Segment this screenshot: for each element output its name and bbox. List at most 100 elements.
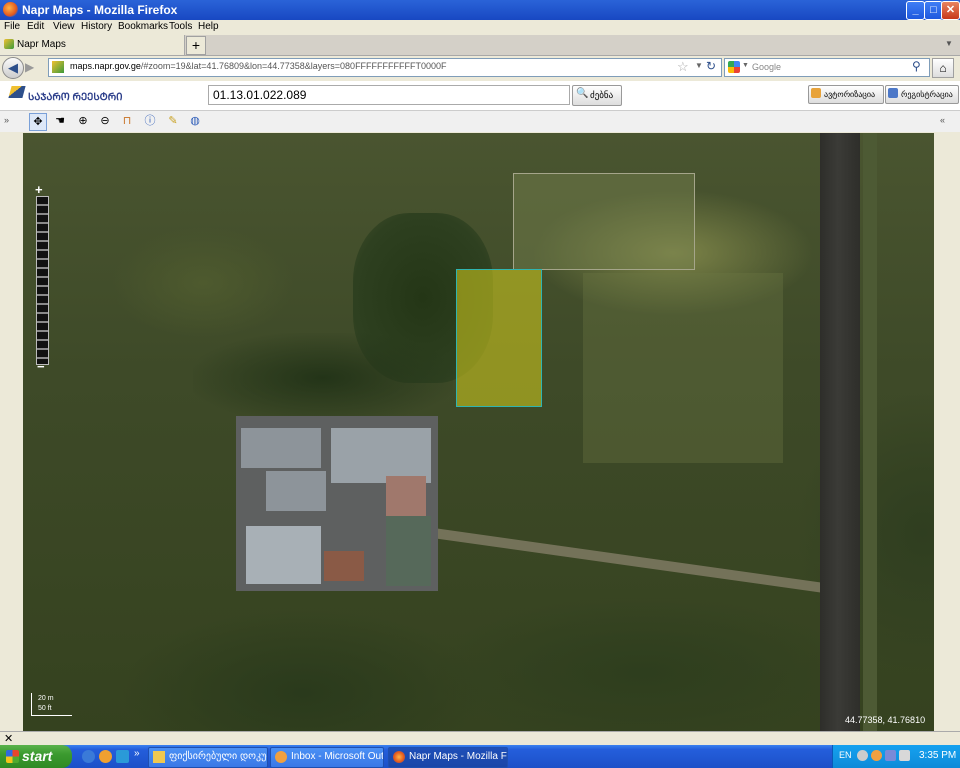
collapse-right-panel-icon[interactable]: « [940,115,945,125]
map-building-roof [266,471,326,511]
tab-list-icon[interactable]: ▼ [945,39,953,48]
tab-label: Napr Maps [17,39,66,50]
app-header: ᲡᲐᲯᲐᲠᲝ ᲠᲔᲔᲡᲢᲠᲘ 🔍 ძებნა ავტორიზაცია რეგის… [0,81,960,111]
taskbar-outlook-window[interactable]: Inbox - Microsoft Out... [270,747,384,768]
menu-history[interactable]: History [81,21,112,32]
scale-imperial: 50 ft [38,705,52,712]
taskbar-firefox-window[interactable]: Napr Maps - Mozilla Fi... [388,747,508,768]
map-fenced-field [513,173,695,270]
menu-edit[interactable]: Edit [27,21,44,32]
hand-tool-icon[interactable]: ☚ [52,113,68,129]
system-tray: EN 3:35 PM [832,745,960,768]
map-building-roof [246,526,321,584]
register-icon [888,88,898,98]
search-engine-dropdown-icon[interactable]: ▼ [742,62,749,69]
quicklaunch-overflow-icon[interactable]: » [134,748,140,759]
globe-tool-icon[interactable]: ◍ [187,113,203,129]
url-dropdown-icon[interactable]: ▼ [695,61,703,70]
map-building-roof [386,516,431,586]
scale-metric: 20 m [38,695,54,702]
tray-outlook-icon[interactable] [871,750,882,761]
folder-icon [153,751,165,763]
outlook-quicklaunch-icon[interactable] [116,750,129,763]
close-button[interactable]: ✕ [941,1,960,20]
forward-button[interactable]: ▶ [25,60,34,74]
search-icon: 🔍 [576,88,589,99]
login-button[interactable]: ავტორიზაცია [808,85,884,104]
selected-parcel[interactable] [456,269,542,407]
clock: 3:35 PM [919,750,957,761]
tray-volume-icon[interactable] [899,750,910,761]
home-button[interactable]: ⌂ [932,58,954,78]
tray-network-icon[interactable] [885,750,896,761]
map-dirt-path [432,528,830,594]
menu-bookmarks[interactable]: Bookmarks [118,21,168,32]
measure-tool-icon[interactable]: ⊓ [119,113,135,129]
registry-logo-icon [8,86,26,98]
web-search-placeholder: Google [752,62,782,72]
tab-bar: Napr Maps + ▼ [0,35,960,56]
zoom-out-tool-icon[interactable]: ⊖ [97,113,113,129]
site-favicon-icon [52,61,64,73]
magnifier-icon[interactable]: ⚲ [912,59,921,73]
google-icon[interactable] [728,61,740,73]
map-building-roof [324,551,364,581]
firefox-icon [3,2,18,17]
status-bar: ✕ [0,731,960,746]
info-tool-icon[interactable]: ⓘ [142,113,158,129]
new-tab-button[interactable]: + [186,36,206,55]
menu-file[interactable]: File [4,21,20,32]
url-bar[interactable]: maps.napr.gov.ge/#zoom=19&lat=41.76809&l… [48,58,722,77]
map-buildings [236,416,438,591]
navigation-toolbar: ◀ ▶ maps.napr.gov.ge/#zoom=19&lat=41.768… [0,56,960,80]
window-titlebar[interactable]: Napr Maps - Mozilla Firefox _ □ ✕ [0,0,960,20]
tray-expand-icon[interactable] [857,750,868,761]
firefox-icon [393,751,405,763]
user-icon [811,88,821,98]
expand-left-panel-icon[interactable]: » [4,115,9,125]
app-logo-text: ᲡᲐᲯᲐᲠᲝ ᲠᲔᲔᲡᲢᲠᲘ [28,92,123,103]
napr-favicon-icon [4,39,14,49]
back-button[interactable]: ◀ [2,57,24,79]
internet-explorer-icon[interactable] [82,750,95,763]
satellite-map[interactable]: + − 20 m 50 ft 44.77358, 41.76810 [23,133,934,731]
zoom-slider[interactable] [36,196,49,365]
url-text[interactable]: maps.napr.gov.ge/#zoom=19&lat=41.76809&l… [70,61,447,71]
map-road [820,133,860,731]
map-scale-bar: 20 m 50 ft [31,693,72,716]
map-building-roof [241,428,321,468]
language-indicator[interactable]: EN [839,750,852,760]
firefox-quicklaunch-icon[interactable] [99,750,112,763]
map-roadside [863,133,877,731]
windows-taskbar: start » ფიქსირებული დოკუმენტები Inbox - … [0,745,960,768]
window-title: Napr Maps - Mozilla Firefox [22,3,178,17]
edit-tool-icon[interactable]: ✎ [165,113,181,129]
map-building-roof [331,428,431,483]
mouse-coordinates: 44.77358, 41.76810 [845,715,926,725]
cadastral-search-input[interactable] [208,85,570,105]
pan-tool-icon[interactable]: ✥ [29,113,47,131]
outlook-icon [275,751,287,763]
menu-view[interactable]: View [53,21,75,32]
register-button[interactable]: რეგისტრაცია [885,85,959,104]
menu-tools[interactable]: Tools [169,21,192,32]
tab-napr-maps[interactable]: Napr Maps [0,35,185,55]
menu-bar: File Edit View History Bookmarks Tools H… [0,20,960,35]
reload-icon[interactable]: ↻ [706,59,716,73]
bookmark-star-icon[interactable]: ☆ [677,59,689,75]
taskbar-folder-window[interactable]: ფიქსირებული დოკუმენტები [148,747,268,768]
zoom-in-tool-icon[interactable]: ⊕ [75,113,91,129]
map-building-roof [386,476,426,516]
map-grass-area [583,273,783,463]
map-tree-row [193,333,453,423]
zoom-out-button[interactable]: − [37,359,45,374]
web-search-bar[interactable]: ▼ Google ⚲ [724,58,930,77]
start-button[interactable]: start [0,745,72,768]
close-findbar-icon[interactable]: ✕ [4,732,13,745]
menu-help[interactable]: Help [198,21,219,32]
zoom-in-button[interactable]: + [35,182,43,197]
search-button[interactable]: 🔍 ძებნა [572,85,622,106]
map-toolbar: » ✥ ☚ ⊕ ⊖ ⊓ ⓘ ✎ ◍ « [0,111,960,132]
minimize-button[interactable]: _ [906,1,925,20]
search-button-label: ძებნა [590,90,614,100]
